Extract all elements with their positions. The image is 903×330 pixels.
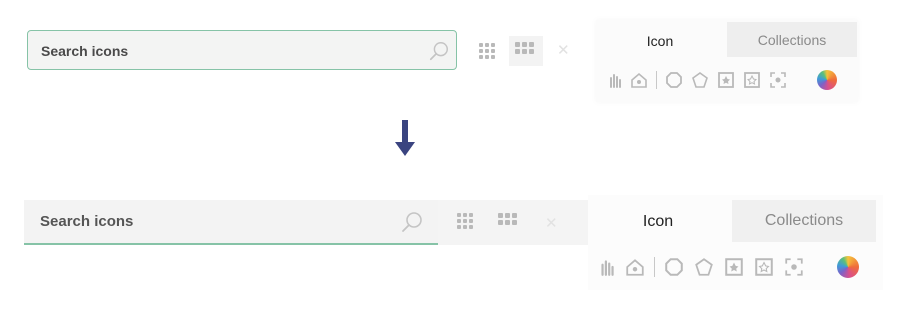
grid-large-toggle[interactable] [509, 36, 543, 66]
octagon-icon[interactable] [664, 257, 684, 277]
color-wheel-icon[interactable] [817, 70, 837, 90]
icon-filter-row-after [597, 256, 859, 278]
hand-icon[interactable] [606, 71, 624, 89]
search-icon[interactable] [428, 40, 450, 62]
search-placeholder: Search icons [40, 213, 134, 230]
square-outline-star-icon[interactable] [754, 257, 774, 277]
arrow-down-icon [395, 120, 415, 156]
grid-small-icon[interactable] [457, 213, 473, 229]
divider [656, 71, 657, 89]
square-star-icon[interactable] [717, 71, 735, 89]
house-star-icon[interactable] [625, 257, 645, 277]
tab-collections-after[interactable]: Collections [732, 200, 876, 242]
search-placeholder: Search icons [41, 43, 129, 59]
tab-collections-before[interactable]: Collections [727, 22, 857, 57]
pentagon-icon[interactable] [691, 71, 709, 89]
search-input-before[interactable]: Search icons [27, 30, 457, 70]
color-wheel-icon[interactable] [837, 256, 859, 278]
icon-filter-row-before [606, 70, 837, 90]
tab-label: Icon [642, 213, 674, 230]
octagon-icon[interactable] [665, 71, 683, 89]
search-input-after[interactable]: Search icons [24, 200, 438, 245]
tab-label: Collections [764, 212, 844, 229]
search-icon[interactable] [400, 210, 424, 234]
crosshair-icon[interactable] [784, 257, 804, 277]
grid-large-icon[interactable] [498, 213, 517, 225]
divider [654, 257, 655, 277]
pin-icon[interactable]: ✕ [557, 41, 570, 59]
pin-icon[interactable]: ✕ [545, 214, 558, 232]
square-star-icon[interactable] [724, 257, 744, 277]
pentagon-icon[interactable] [694, 257, 714, 277]
tab-label: Icon [646, 33, 674, 49]
grid-large-icon [515, 42, 534, 54]
hand-icon[interactable] [597, 257, 617, 277]
grid-small-icon[interactable] [479, 43, 495, 59]
square-outline-star-icon[interactable] [743, 71, 761, 89]
crosshair-icon[interactable] [769, 71, 787, 89]
tab-icon-after[interactable]: Icon [618, 205, 698, 235]
tab-icon-before[interactable]: Icon [620, 26, 700, 54]
tab-label: Collections [757, 32, 827, 48]
house-star-icon[interactable] [630, 71, 648, 89]
